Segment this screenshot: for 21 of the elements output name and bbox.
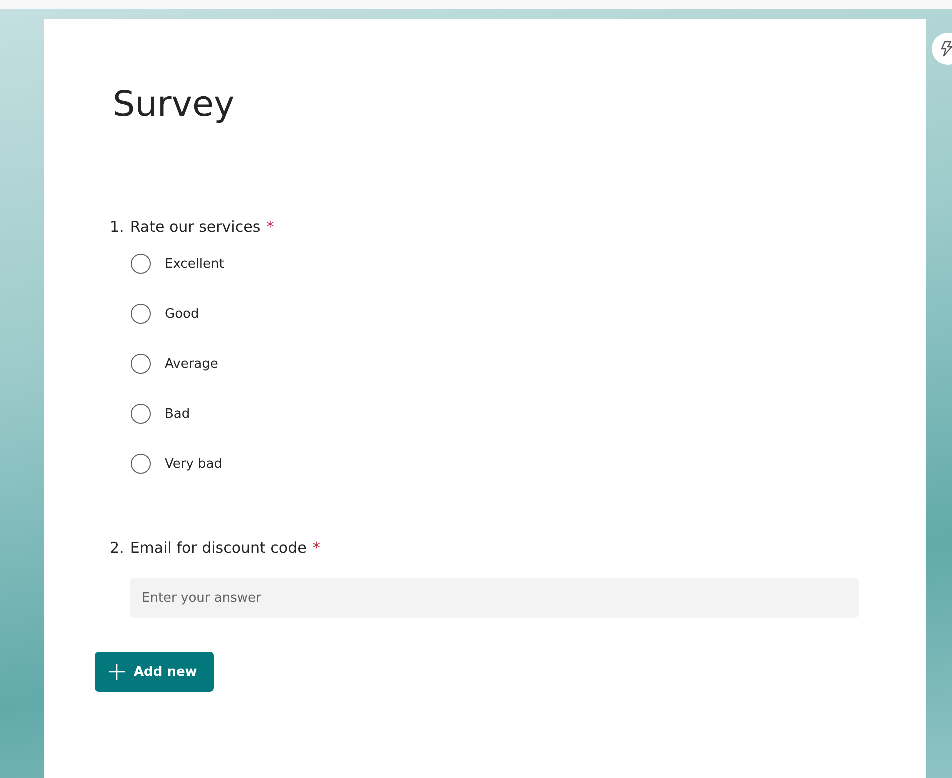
question-text: Email for discount code	[130, 538, 307, 558]
add-new-button[interactable]: Add new	[95, 652, 214, 692]
radio-button[interactable]	[131, 354, 151, 374]
option-label: Good	[165, 306, 200, 322]
answer-field[interactable]: Enter your answer	[130, 578, 859, 618]
required-mark: *	[266, 217, 274, 237]
option-label: Bad	[165, 406, 190, 422]
form-title: Survey	[113, 84, 236, 127]
option-label: Very bad	[165, 456, 223, 472]
question-text: Rate our services	[130, 217, 261, 237]
option-label: Average	[165, 356, 218, 372]
radio-button[interactable]	[131, 404, 151, 424]
required-mark: *	[312, 538, 320, 558]
plus-icon	[109, 664, 125, 680]
question-number: 1.	[110, 217, 124, 237]
radio-button[interactable]	[131, 254, 151, 274]
option-label: Excellent	[165, 256, 224, 272]
radio-button[interactable]	[131, 304, 151, 324]
lightning-icon	[941, 41, 952, 57]
question-number: 2.	[110, 538, 124, 558]
radio-button[interactable]	[131, 454, 151, 474]
